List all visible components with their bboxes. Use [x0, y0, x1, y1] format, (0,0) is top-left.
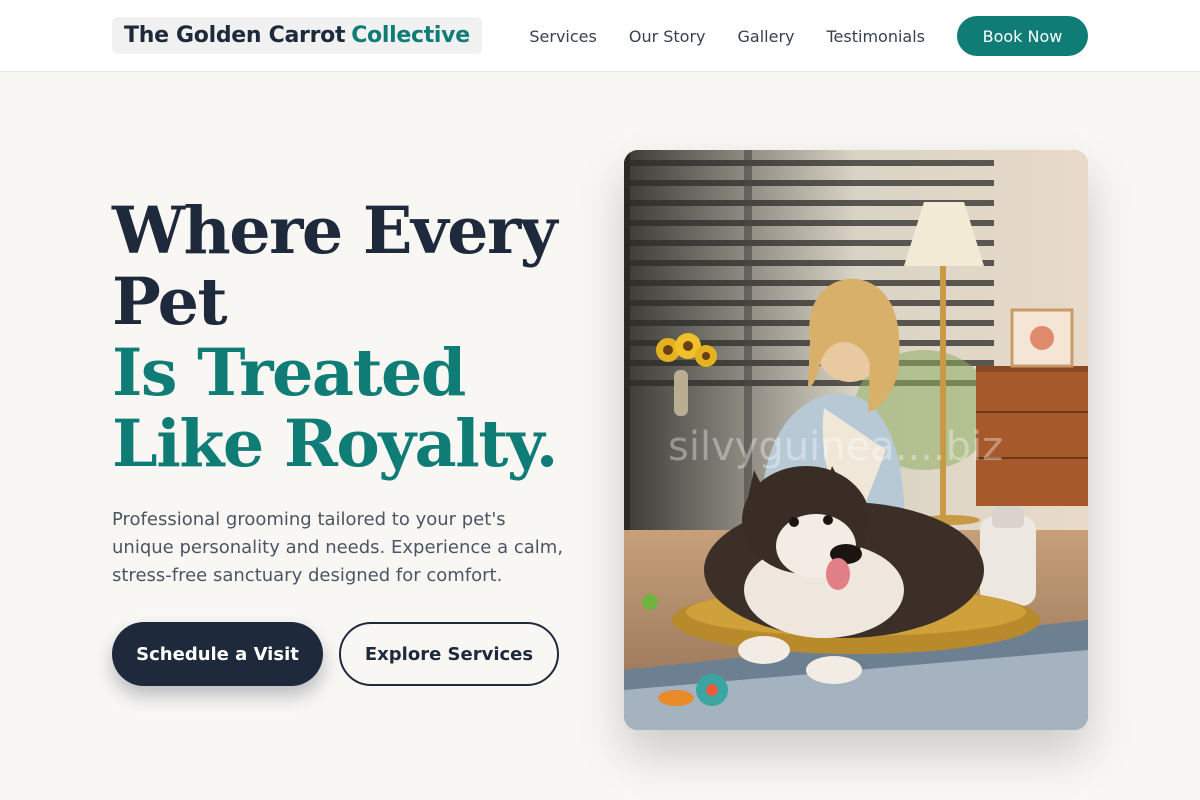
main-nav: Services Our Story Gallery Testimonials … — [529, 16, 1088, 56]
logo-text: The Golden Carrot — [124, 23, 346, 48]
nav-link-our-story[interactable]: Our Story — [629, 27, 706, 46]
nav-link-services[interactable]: Services — [529, 27, 596, 46]
hero-title: Where Every Pet Is Treated Like Royalty. — [112, 196, 582, 480]
hero-title-accent-line: Like Royalty. — [112, 406, 558, 482]
logo-accent-text: Collective — [351, 23, 470, 48]
schedule-visit-button[interactable]: Schedule a Visit — [112, 622, 323, 686]
site-logo[interactable]: The Golden Carrot Collective — [112, 17, 482, 54]
watermark-text: silvyguinea....biz — [668, 424, 1003, 470]
hero-title-line: Pet — [112, 264, 228, 340]
site-header: The Golden Carrot Collective Services Our… — [0, 0, 1200, 72]
hero-title-line: Where Every — [112, 193, 558, 269]
book-now-button[interactable]: Book Now — [957, 16, 1088, 56]
hero-title-accent-line: Is Treated — [112, 335, 466, 411]
hero-photo: silvyguinea....biz — [624, 150, 1088, 730]
nav-link-gallery[interactable]: Gallery — [738, 27, 795, 46]
hero-description: Professional grooming tailored to your p… — [112, 509, 564, 586]
explore-services-button[interactable]: Explore Services — [339, 622, 559, 686]
nav-link-testimonials[interactable]: Testimonials — [827, 27, 926, 46]
hero-photo-illustration: silvyguinea....biz — [624, 150, 1088, 730]
